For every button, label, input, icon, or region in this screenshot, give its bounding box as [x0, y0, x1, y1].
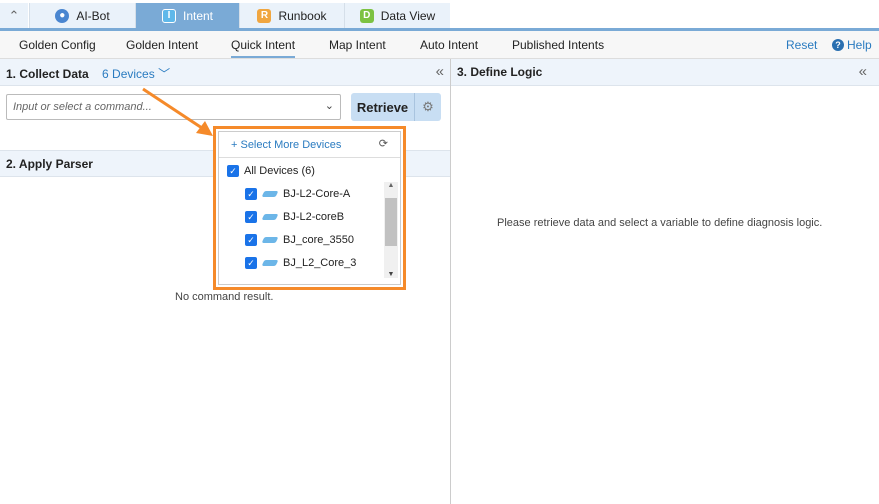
checkbox-icon: ✓: [245, 234, 257, 246]
scroll-down-icon[interactable]: ▼: [384, 271, 398, 278]
scrollbar[interactable]: ▲ ▼: [384, 182, 398, 278]
refresh-icon[interactable]: ⟳: [379, 137, 388, 150]
device-label: BJ-L2-coreB: [283, 211, 345, 223]
device-label: BJ_core_3550: [283, 234, 354, 246]
device-item[interactable]: ✓ BJ_core_3550: [245, 234, 354, 246]
annotation-arrow: [142, 87, 213, 136]
device-label: BJ_L2_Core_3: [283, 257, 357, 269]
devices-dropdown-panel: + Select More Devices ⟳ ✓ All Devices (6)…: [213, 126, 406, 290]
all-devices-checkbox[interactable]: ✓ All Devices (6): [227, 165, 315, 177]
switch-icon: [261, 260, 279, 266]
device-item[interactable]: ✓ BJ-L2-coreB: [245, 211, 344, 223]
switch-icon: [261, 237, 279, 243]
select-more-devices-link[interactable]: + Select More Devices: [231, 139, 341, 151]
scroll-up-icon[interactable]: ▲: [384, 182, 398, 189]
device-item[interactable]: ✓ BJ_L2_Core_3: [245, 257, 356, 269]
device-label: BJ-L2-Core-A: [283, 188, 351, 200]
all-devices-label: All Devices (6): [244, 165, 315, 177]
checkbox-icon: ✓: [227, 165, 239, 177]
checkbox-icon: ✓: [245, 188, 257, 200]
checkbox-icon: ✓: [245, 257, 257, 269]
switch-icon: [261, 214, 279, 220]
device-item[interactable]: ✓ BJ-L2-Core-A: [245, 188, 350, 200]
scrollbar-thumb[interactable]: [385, 198, 397, 246]
checkbox-icon: ✓: [245, 211, 257, 223]
switch-icon: [261, 191, 279, 197]
